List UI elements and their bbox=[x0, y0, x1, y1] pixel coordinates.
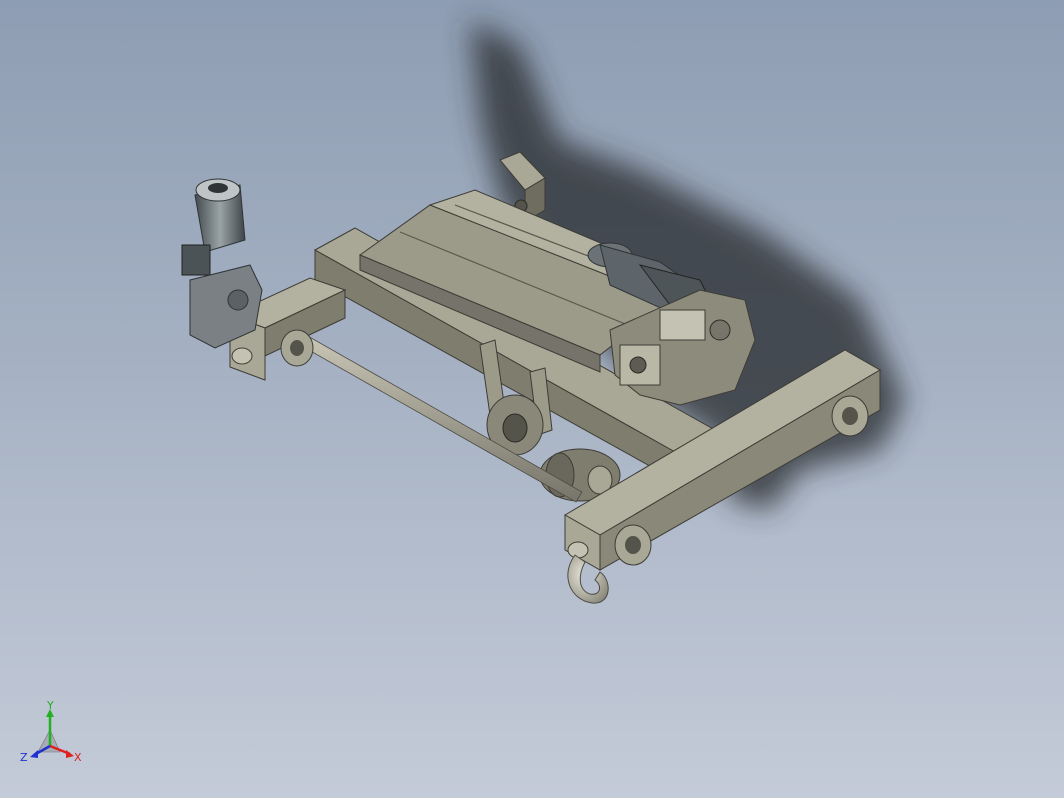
graphics-viewport[interactable]: Y X Z bbox=[0, 0, 1064, 798]
travel-motor bbox=[181, 178, 263, 349]
y-axis-label: Y bbox=[46, 700, 54, 712]
z-axis-arrowhead-icon bbox=[30, 750, 38, 758]
z-axis-label: Z bbox=[20, 751, 28, 764]
coordinate-triad: Y X Z bbox=[20, 700, 82, 764]
x-axis-label: X bbox=[74, 751, 82, 764]
crane-trolley-model[interactable] bbox=[0, 0, 1064, 798]
x-axis-arrowhead-icon bbox=[66, 750, 74, 758]
